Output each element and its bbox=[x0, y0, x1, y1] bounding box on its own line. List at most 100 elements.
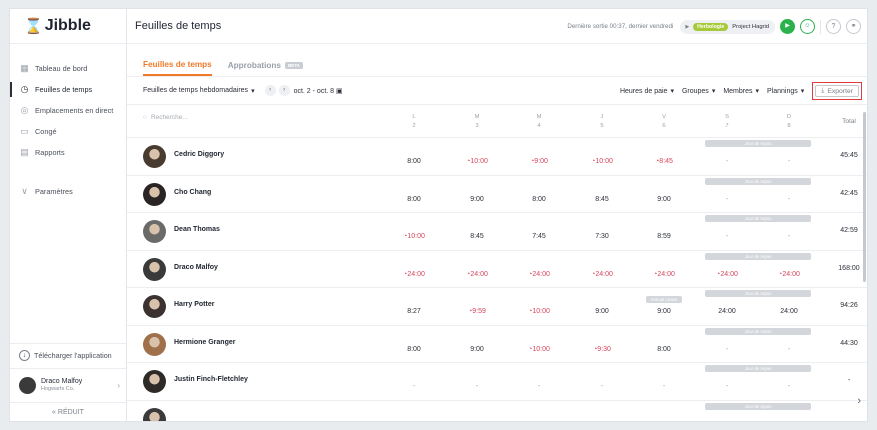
tab-timesheets[interactable]: Feuilles de temps bbox=[143, 60, 212, 76]
table-row[interactable]: Justin Finch-Fletchley Jour de repos - - - - -… bbox=[127, 363, 867, 401]
time-cell[interactable]: 8:27 bbox=[394, 308, 434, 315]
filter-dropdown[interactable]: Groupes ▾ bbox=[682, 87, 715, 96]
time-cell[interactable]: - bbox=[582, 383, 622, 390]
time-cell[interactable]: - bbox=[394, 383, 434, 390]
time-cell[interactable]: 9:00 bbox=[644, 308, 684, 315]
member-name[interactable]: Justin Finch-Fletchley bbox=[174, 376, 248, 383]
chevron-right-icon[interactable]: › bbox=[857, 395, 861, 407]
sidebar-item[interactable]: ▭ Congé bbox=[10, 121, 126, 142]
time-cell[interactable]: 24:00 bbox=[769, 308, 809, 315]
sidebar-item[interactable]: ◷ Feuilles de temps bbox=[10, 79, 126, 100]
table-row[interactable]: Dean Thomas Jour de repos ◔10:00 8:45 7:45 7:… bbox=[127, 213, 867, 251]
time-cell[interactable]: ◔9:59 bbox=[457, 308, 497, 315]
time-cell[interactable]: 8:00 bbox=[394, 346, 434, 353]
help-button[interactable]: ? bbox=[826, 19, 841, 34]
time-cell[interactable]: - bbox=[769, 383, 809, 390]
filter-dropdown[interactable]: Membres ▾ bbox=[723, 87, 759, 96]
time-cell[interactable]: ◔10:00 bbox=[394, 233, 434, 240]
table-row[interactable]: Jour de repos bbox=[127, 401, 867, 421]
user-menu[interactable]: Draco Malfoy Hogwarts Co. › bbox=[10, 368, 126, 401]
time-cell[interactable]: - bbox=[769, 233, 809, 240]
time-cell[interactable]: - bbox=[707, 233, 747, 240]
time-cell[interactable]: 7:30 bbox=[582, 233, 622, 240]
avatar bbox=[143, 370, 166, 393]
page-title: Feuilles de temps bbox=[135, 20, 222, 32]
time-cell[interactable]: ◔9:00 bbox=[519, 158, 559, 165]
member-name[interactable]: Harry Potter bbox=[174, 301, 214, 308]
time-cell[interactable]: 24:00 bbox=[707, 308, 747, 315]
time-cell[interactable]: - bbox=[457, 383, 497, 390]
sidebar-item-settings[interactable]: ∨ Paramètres bbox=[10, 181, 126, 202]
scroll-thumb[interactable] bbox=[863, 112, 866, 282]
time-cell[interactable]: ◔24:00 bbox=[769, 271, 809, 278]
calendar-icon: ▣ bbox=[336, 87, 343, 95]
scrollbar[interactable] bbox=[863, 106, 867, 406]
time-cell[interactable]: - bbox=[707, 346, 747, 353]
view-dropdown[interactable]: Feuilles de temps hebdomadaires ▾ bbox=[143, 87, 255, 95]
time-cell[interactable]: 9:00 bbox=[457, 196, 497, 203]
time-cell[interactable]: 8:59 bbox=[644, 233, 684, 240]
time-cell[interactable]: 8:00 bbox=[519, 196, 559, 203]
time-value: 10:00 bbox=[470, 158, 488, 165]
time-cell[interactable]: ◔24:00 bbox=[457, 271, 497, 278]
time-cell[interactable]: 8:00 bbox=[394, 196, 434, 203]
time-cell[interactable]: 8:45 bbox=[582, 196, 622, 203]
time-cell[interactable]: ◔24:00 bbox=[707, 271, 747, 278]
clock-icon: ◷ bbox=[20, 84, 29, 94]
time-cell[interactable]: - bbox=[519, 383, 559, 390]
table-row[interactable]: Hermione Granger Jour de repos 8:00 9:00 ◔10… bbox=[127, 326, 867, 363]
time-cell[interactable]: 9:00 bbox=[582, 308, 622, 315]
member-name[interactable]: Cedric Diggory bbox=[174, 151, 224, 158]
export-button[interactable]: ⤓ Exporter bbox=[815, 85, 859, 97]
date-range[interactable]: oct. 2 - oct. 8 ▣ bbox=[294, 87, 343, 95]
search-input[interactable]: ○ Recherche... bbox=[143, 114, 188, 121]
time-cell[interactable]: ◔24:00 bbox=[582, 271, 622, 278]
time-value: 10:00 bbox=[595, 158, 613, 165]
next-week-button[interactable]: › bbox=[278, 85, 290, 96]
sidebar-item[interactable]: ◎ Emplacements en direct bbox=[10, 100, 126, 121]
time-cell[interactable]: ◔10:00 bbox=[582, 158, 622, 165]
time-cell[interactable]: 8:00 bbox=[644, 346, 684, 353]
sidebar-item[interactable]: ▦ Tableau de bord bbox=[10, 58, 126, 79]
time-cell[interactable]: - bbox=[707, 196, 747, 203]
download-app-link[interactable]: ↓ Télécharger l'application bbox=[10, 343, 126, 367]
location-button[interactable]: ☺ bbox=[800, 19, 815, 34]
time-cell[interactable]: ◔10:00 bbox=[519, 346, 559, 353]
collapse-sidebar-button[interactable]: « RÉDUIT bbox=[10, 402, 126, 421]
time-cell[interactable]: - bbox=[644, 383, 684, 390]
time-cell[interactable]: - bbox=[769, 346, 809, 353]
time-cell[interactable]: ◔10:00 bbox=[457, 158, 497, 165]
time-cell[interactable]: ◔9:30 bbox=[582, 346, 622, 353]
table-row[interactable]: Cedric Diggory Jour de repos 8:00 ◔10:00 ◔9:… bbox=[127, 138, 867, 176]
time-cell[interactable]: ◔24:00 bbox=[394, 271, 434, 278]
table-row[interactable]: Cho Chang Jour de repos 8:00 9:00 8:00 8:45 9:… bbox=[127, 176, 867, 213]
member-name[interactable]: Cho Chang bbox=[174, 189, 211, 196]
time-cell[interactable]: 9:00 bbox=[644, 196, 684, 203]
time-cell[interactable]: - bbox=[769, 158, 809, 165]
time-cell[interactable]: - bbox=[769, 196, 809, 203]
time-cell[interactable]: ◔24:00 bbox=[519, 271, 559, 278]
time-cell[interactable]: - bbox=[707, 158, 747, 165]
clock-in-button[interactable]: ▶ bbox=[780, 19, 795, 34]
member-name[interactable]: Hermione Granger bbox=[174, 339, 235, 346]
sidebar-item[interactable]: ▤ Rapports bbox=[10, 142, 126, 163]
time-cell[interactable]: ◔8:45 bbox=[644, 158, 684, 165]
notifications-button[interactable]: ⚭ bbox=[846, 19, 861, 34]
time-cell[interactable]: ◔10:00 bbox=[519, 308, 559, 315]
member-name[interactable]: Dean Thomas bbox=[174, 226, 220, 233]
time-cell[interactable]: 8:45 bbox=[457, 233, 497, 240]
time-cell[interactable]: 9:00 bbox=[457, 346, 497, 353]
logo[interactable]: ⌛ Jibble bbox=[10, 9, 126, 44]
filter-dropdown[interactable]: Heures de paie ▾ bbox=[620, 87, 674, 96]
time-cell[interactable]: 8:00 bbox=[394, 158, 434, 165]
activity-selector[interactable]: ▶ Herbologie Project Hagrid bbox=[680, 19, 775, 34]
prev-week-button[interactable]: ‹ bbox=[264, 85, 276, 96]
table-row[interactable]: Harry Potter Jour de repos Annual Leave 8:2… bbox=[127, 288, 867, 326]
time-cell[interactable]: 7:45 bbox=[519, 233, 559, 240]
table-row[interactable]: Draco Malfoy Jour de repos ◔24:00 ◔24:00 ◔24… bbox=[127, 251, 867, 288]
time-cell[interactable]: - bbox=[707, 383, 747, 390]
time-cell[interactable]: ◔24:00 bbox=[644, 271, 684, 278]
filter-dropdown[interactable]: Plannings ▾ bbox=[767, 87, 804, 96]
member-name[interactable]: Draco Malfoy bbox=[174, 264, 218, 271]
tab-approvals[interactable]: Approbations BETA bbox=[228, 61, 304, 76]
